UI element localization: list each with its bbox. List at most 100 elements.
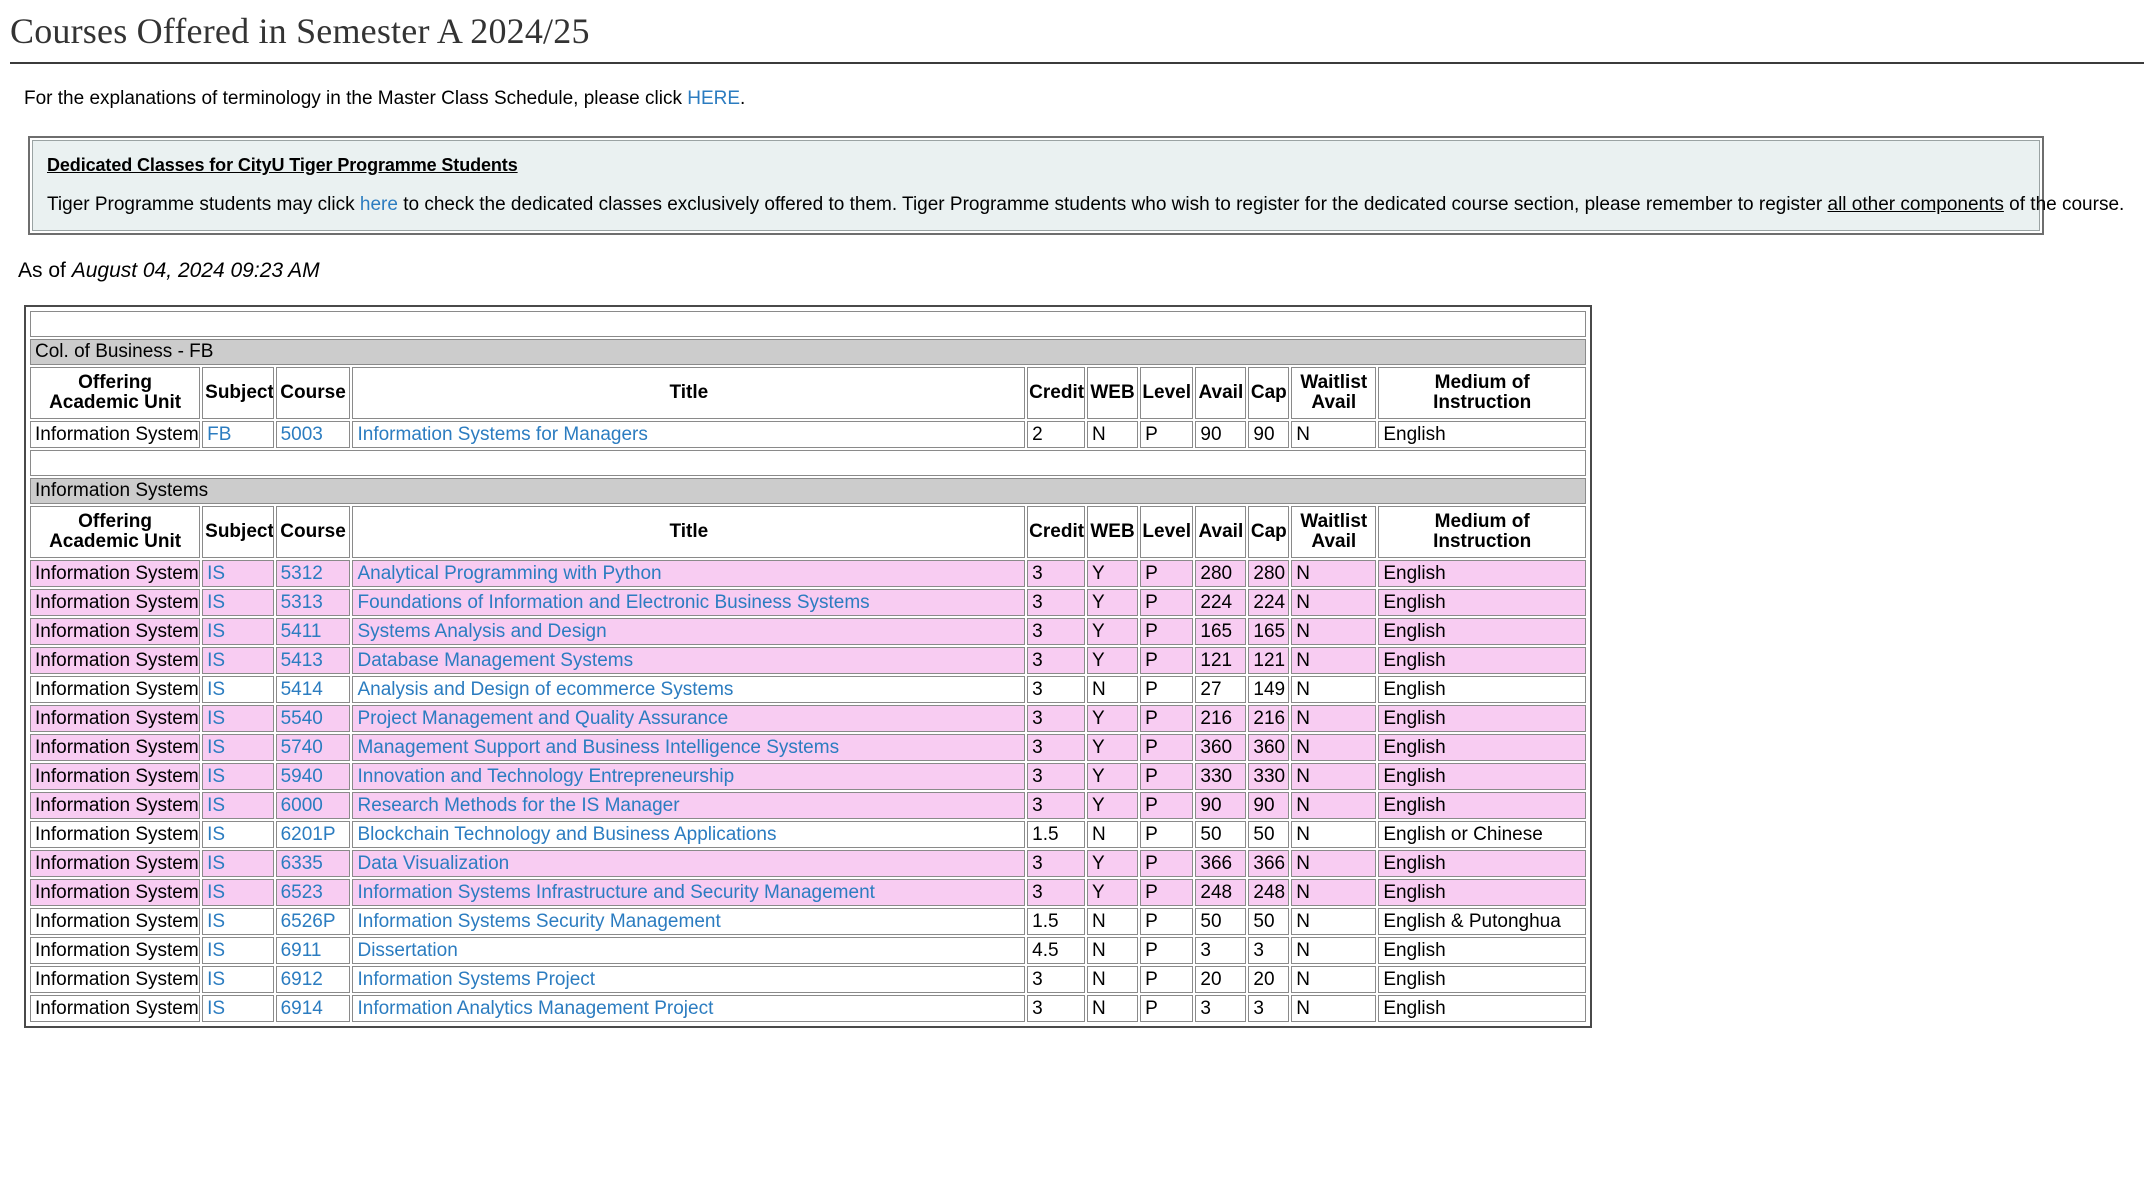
cell-title[interactable]: Blockchain Technology and Business Appli… xyxy=(352,821,1026,848)
cell-title[interactable]: Information Systems Security Management xyxy=(352,908,1026,935)
cell-avail: 216 xyxy=(1195,705,1247,732)
cell-course[interactable]: 5940 xyxy=(275,763,351,790)
cell-title[interactable]: Project Management and Quality Assurance xyxy=(352,705,1026,732)
cell-course[interactable]: 5540 xyxy=(275,705,351,732)
cell-subject[interactable]: IS xyxy=(202,937,274,964)
cell-subject[interactable]: IS xyxy=(202,647,274,674)
cell-subject[interactable]: IS xyxy=(202,705,274,732)
cell-title[interactable]: Analytical Programming with Python xyxy=(352,560,1026,587)
cell-medium: English xyxy=(1378,676,1586,703)
cell-medium: English xyxy=(1378,995,1586,1022)
column-header-medium: Medium of Instruction xyxy=(1378,506,1586,558)
cell-course[interactable]: 6911 xyxy=(275,937,351,964)
cell-web: Y xyxy=(1087,792,1139,819)
cell-course[interactable]: 6912 xyxy=(275,966,351,993)
cell-avail: 3 xyxy=(1195,995,1247,1022)
cell-level: P xyxy=(1140,763,1194,790)
cell-credit: 3 xyxy=(1027,560,1086,587)
cell-unit: Information Systems xyxy=(30,850,201,877)
cell-course[interactable]: 5740 xyxy=(275,734,351,761)
cell-subject[interactable]: IS xyxy=(202,879,274,906)
cell-course[interactable]: 6523 xyxy=(275,879,351,906)
cell-waitlist: N xyxy=(1291,792,1377,819)
cell-cap: 3 xyxy=(1248,995,1290,1022)
cell-course[interactable]: 5003 xyxy=(275,421,351,448)
cell-title[interactable]: Information Analytics Management Project xyxy=(352,995,1026,1022)
column-header-medium: Medium of Instruction xyxy=(1378,367,1586,419)
cell-title[interactable]: Analysis and Design of ecommerce Systems xyxy=(352,676,1026,703)
cell-medium: English xyxy=(1378,560,1586,587)
cell-course[interactable]: 6000 xyxy=(275,792,351,819)
table-row: Information Systems IS 5740 Management Supp… xyxy=(30,734,1586,761)
course-table: Col. of Business - FB Offering Academic Un… xyxy=(28,309,1588,1024)
column-header-subject: Subject xyxy=(202,506,274,558)
cell-title[interactable]: Information Systems Infrastructure and S… xyxy=(352,879,1026,906)
cell-cap: 149 xyxy=(1248,676,1290,703)
cell-cap: 224 xyxy=(1248,589,1290,616)
cell-title[interactable]: Information Systems Project xyxy=(352,966,1026,993)
cell-subject[interactable]: IS xyxy=(202,676,274,703)
cell-title[interactable]: Management Support and Business Intellig… xyxy=(352,734,1026,761)
section-banner-row: Information Systems xyxy=(30,478,1586,504)
cell-course[interactable]: 5413 xyxy=(275,647,351,674)
cell-subject[interactable]: IS xyxy=(202,966,274,993)
column-header-waitlist: Waitlist Avail xyxy=(1291,506,1377,558)
cell-course[interactable]: 6335 xyxy=(275,850,351,877)
cell-subject[interactable]: FB xyxy=(202,421,274,448)
cell-cap: 90 xyxy=(1248,792,1290,819)
cell-cap: 280 xyxy=(1248,560,1290,587)
cell-level: P xyxy=(1140,618,1194,645)
cell-level: P xyxy=(1140,676,1194,703)
cell-subject[interactable]: IS xyxy=(202,821,274,848)
table-row: Information Systems IS 5411 Systems Analysi… xyxy=(30,618,1586,645)
cell-unit: Information Systems xyxy=(30,705,201,732)
cell-title[interactable]: Research Methods for the IS Manager xyxy=(352,792,1026,819)
section-banner-row: Col. of Business - FB xyxy=(30,339,1586,365)
cell-subject[interactable]: IS xyxy=(202,792,274,819)
cell-course[interactable]: 6526P xyxy=(275,908,351,935)
cell-title[interactable]: Information Systems for Managers xyxy=(352,421,1026,448)
table-row: Information Systems IS 5313 Foundations of … xyxy=(30,589,1586,616)
cell-subject[interactable]: IS xyxy=(202,995,274,1022)
column-header-avail: Avail xyxy=(1195,506,1247,558)
tiger-notice-here-link[interactable]: here xyxy=(360,194,398,215)
cell-web: N xyxy=(1087,966,1139,993)
cell-waitlist: N xyxy=(1291,560,1377,587)
cell-avail: 366 xyxy=(1195,850,1247,877)
cell-subject[interactable]: IS xyxy=(202,908,274,935)
cell-course[interactable]: 5313 xyxy=(275,589,351,616)
cell-avail: 360 xyxy=(1195,734,1247,761)
cell-subject[interactable]: IS xyxy=(202,763,274,790)
cell-subject[interactable]: IS xyxy=(202,560,274,587)
cell-waitlist: N xyxy=(1291,705,1377,732)
cell-course[interactable]: 5312 xyxy=(275,560,351,587)
cell-course[interactable]: 5414 xyxy=(275,676,351,703)
cell-course[interactable]: 6201P xyxy=(275,821,351,848)
cell-title[interactable]: Dissertation xyxy=(352,937,1026,964)
cell-title[interactable]: Systems Analysis and Design xyxy=(352,618,1026,645)
cell-title[interactable]: Innovation and Technology Entrepreneursh… xyxy=(352,763,1026,790)
cell-cap: 360 xyxy=(1248,734,1290,761)
table-row: Information Systems IS 5940 Innovation and … xyxy=(30,763,1586,790)
cell-subject[interactable]: IS xyxy=(202,589,274,616)
cell-course[interactable]: 6914 xyxy=(275,995,351,1022)
cell-credit: 3 xyxy=(1027,792,1086,819)
cell-credit: 1.5 xyxy=(1027,821,1086,848)
cell-title[interactable]: Data Visualization xyxy=(352,850,1026,877)
cell-cap: 330 xyxy=(1248,763,1290,790)
cell-title[interactable]: Foundations of Information and Electroni… xyxy=(352,589,1026,616)
cell-subject[interactable]: IS xyxy=(202,734,274,761)
cell-medium: English xyxy=(1378,647,1586,674)
cell-unit: Information Systems xyxy=(30,879,201,906)
cell-medium: English xyxy=(1378,966,1586,993)
cell-course[interactable]: 5411 xyxy=(275,618,351,645)
cell-subject[interactable]: IS xyxy=(202,850,274,877)
cell-avail: 224 xyxy=(1195,589,1247,616)
cell-title[interactable]: Database Management Systems xyxy=(352,647,1026,674)
cell-subject[interactable]: IS xyxy=(202,618,274,645)
terminology-here-link[interactable]: HERE xyxy=(687,88,740,109)
terminology-intro-text-after: . xyxy=(740,88,746,109)
table-row: Information Systems IS 6526P Information Sy… xyxy=(30,908,1586,935)
cell-avail: 330 xyxy=(1195,763,1247,790)
cell-level: P xyxy=(1140,792,1194,819)
